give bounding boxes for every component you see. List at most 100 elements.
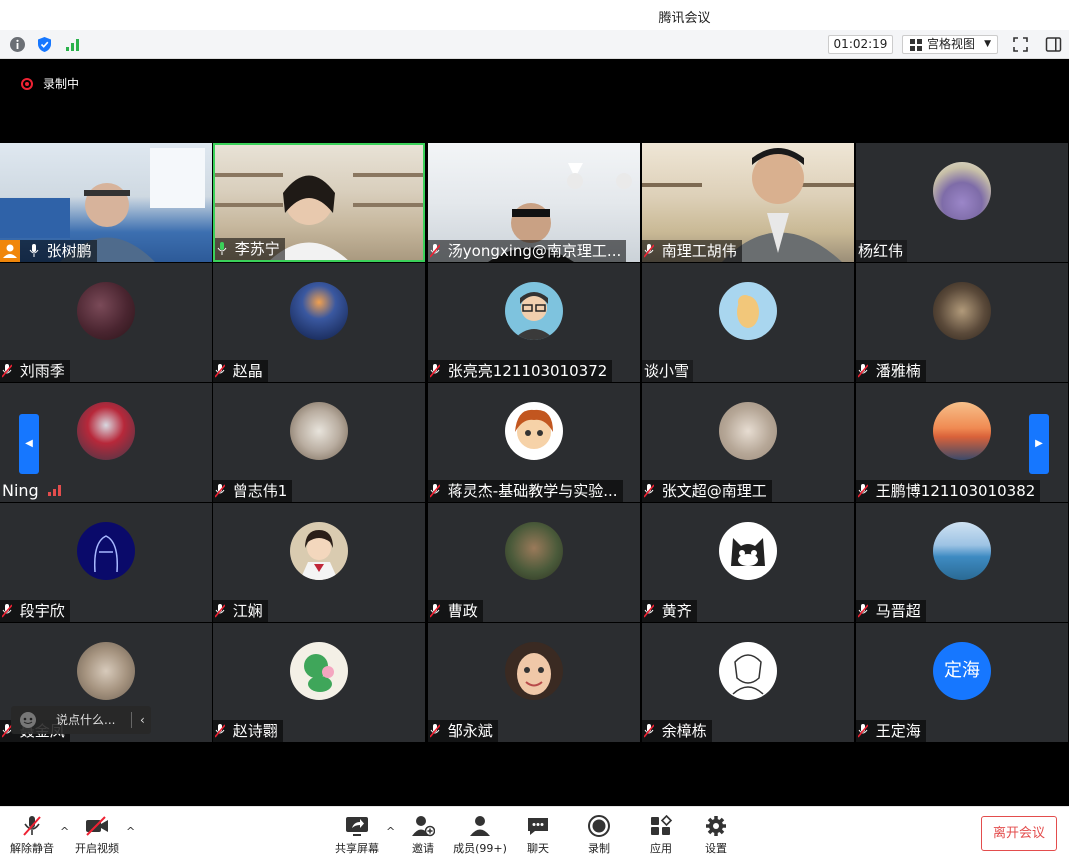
prev-page-button[interactable]: ◀ [19, 414, 39, 474]
video-tile[interactable]: 杨红伟 [856, 143, 1068, 262]
participant-name: 邹永斌 [447, 722, 493, 740]
participant-name-tag: 王定海 [856, 720, 926, 742]
participant-name-tag: 张亮亮121103010372 [428, 360, 613, 382]
mic-muted-icon [430, 604, 440, 618]
participant-name: 段宇欣 [19, 602, 65, 620]
signal-icon[interactable] [64, 36, 81, 53]
share-screen-button[interactable]: 共享屏幕 [333, 815, 381, 856]
invite-user-icon [412, 816, 435, 837]
participant-name-tag: 赵诗翾 [213, 720, 283, 742]
participant-avatar [505, 402, 563, 460]
participant-avatar [933, 522, 991, 580]
participant-avatar [505, 522, 563, 580]
participant-name: 王鹏博121103010382 [875, 482, 1036, 500]
collapse-chevron-icon[interactable]: ‹ [131, 712, 145, 728]
video-tile[interactable]: 潘雅楠 [856, 263, 1068, 382]
start-video-button[interactable]: 开启视频 [72, 815, 122, 856]
participant-name-tag: 南理工胡伟 [642, 240, 742, 262]
participant-name-tag: 曾志伟1 [213, 480, 293, 502]
participant-name-tag: 江娴 [213, 600, 268, 622]
participant-name: 江娴 [232, 602, 263, 620]
participant-avatar [505, 642, 563, 700]
sidebar-toggle-icon[interactable] [1045, 36, 1062, 53]
participant-avatar [77, 402, 135, 460]
audio-options-chevron-icon[interactable]: ^ [60, 825, 69, 838]
video-tile[interactable]: 马晋超 [856, 503, 1068, 622]
participant-name: 马晋超 [875, 602, 921, 620]
mic-muted-icon [858, 604, 868, 618]
participant-name-tag: 马晋超 [856, 600, 926, 622]
participant-name: 赵晶 [232, 362, 263, 380]
mic-muted-icon [644, 484, 654, 498]
participant-avatar [290, 402, 348, 460]
video-tile[interactable]: 张亮亮121103010372 [428, 263, 640, 382]
video-tile[interactable]: 余樟栋 [642, 623, 854, 742]
video-tile[interactable]: 段宇欣 [0, 503, 212, 622]
share-screen-icon [346, 817, 368, 836]
chat-button[interactable]: 聊天 [522, 815, 554, 856]
meeting-timer: 01:02:19 [828, 35, 893, 54]
title-bar: 腾讯会议 [0, 0, 1069, 30]
view-mode-dropdown[interactable]: 宫格视图 ▼ [902, 35, 998, 54]
apps-button[interactable]: 应用 [646, 815, 676, 856]
video-tile[interactable]: 赵诗翾 [213, 623, 425, 742]
shield-icon[interactable] [36, 36, 53, 53]
view-mode-label: 宫格视图 [927, 37, 976, 51]
members-label: 成员(99+) [453, 842, 507, 855]
chat-input-placeholder[interactable]: 说点什么... [56, 706, 115, 734]
recording-indicator: 录制中 [21, 75, 79, 92]
unmute-button[interactable]: 解除静音 [8, 815, 56, 856]
info-icon[interactable] [9, 36, 26, 53]
members-button[interactable]: 成员(99+) [452, 815, 508, 856]
mic-muted-icon [2, 604, 12, 618]
mic-muted-icon [644, 724, 654, 738]
video-tile[interactable]: 赵晶 [213, 263, 425, 382]
participant-name-tag: 蒋灵杰-基础教学与实验... [428, 480, 623, 502]
camera-off-icon [86, 816, 108, 836]
members-icon [470, 816, 490, 836]
chat-label: 聊天 [527, 842, 549, 855]
share-options-chevron-icon[interactable]: ^ [386, 825, 395, 838]
participant-name-tag: 张树鹏 [0, 240, 97, 262]
invite-button[interactable]: 邀请 [404, 815, 442, 856]
video-tile[interactable]: 张树鹏 [0, 143, 212, 262]
record-button[interactable]: 录制 [584, 815, 614, 856]
next-page-button[interactable]: ▶ [1029, 414, 1049, 474]
meeting-info-bar: 01:02:19 宫格视图 ▼ [0, 30, 1069, 59]
participant-avatar [290, 282, 348, 340]
video-options-chevron-icon[interactable]: ^ [126, 825, 135, 838]
settings-button[interactable]: 设置 [701, 815, 731, 856]
participant-name: 王定海 [875, 722, 921, 740]
participant-avatar [719, 282, 777, 340]
participant-avatar [933, 282, 991, 340]
video-tile[interactable]: 曹政 [428, 503, 640, 622]
video-tile[interactable]: 张文超@南理工 [642, 383, 854, 502]
gear-icon [706, 816, 726, 836]
video-tile[interactable]: 邹永斌 [428, 623, 640, 742]
participant-avatar [290, 522, 348, 580]
quick-chat-bar[interactable]: 说点什么... ‹ [11, 706, 151, 734]
video-tile[interactable]: 谈小雪 [642, 263, 854, 382]
fullscreen-icon[interactable] [1012, 36, 1029, 53]
video-tile[interactable]: 蒋灵杰-基础教学与实验... [428, 383, 640, 502]
mic-muted-icon [644, 244, 654, 258]
video-tile[interactable]: 李苏宁 [213, 143, 425, 262]
participant-name: 张树鹏 [46, 242, 92, 260]
video-tile[interactable]: 黄齐 [642, 503, 854, 622]
participant-name-tag: 段宇欣 [0, 600, 70, 622]
video-tile[interactable]: 刘雨季 [0, 263, 212, 382]
video-tile[interactable]: 汤yongxing@南京理工... [428, 143, 640, 262]
participant-name-tag: 王鹏博121103010382 [856, 480, 1041, 502]
meeting-toolbar: 解除静音 ^ 开启视频 ^ 共享屏幕 ^ 邀请 成员(99+) 聊天 录制 应用… [0, 806, 1069, 861]
mic-muted-icon [215, 484, 225, 498]
video-tile[interactable]: 南理工胡伟 [642, 143, 854, 262]
chat-bubble-icon [528, 818, 548, 835]
video-tile[interactable]: 曾志伟1 [213, 383, 425, 502]
video-tile[interactable]: 定海 王定海 [856, 623, 1068, 742]
leave-meeting-button[interactable]: 离开会议 [981, 816, 1057, 851]
video-tile[interactable]: 江娴 [213, 503, 425, 622]
start-video-label: 开启视频 [75, 842, 119, 855]
chevron-down-icon: ▼ [984, 39, 991, 49]
invite-label: 邀请 [412, 842, 434, 855]
signal-weak-icon [47, 485, 61, 496]
